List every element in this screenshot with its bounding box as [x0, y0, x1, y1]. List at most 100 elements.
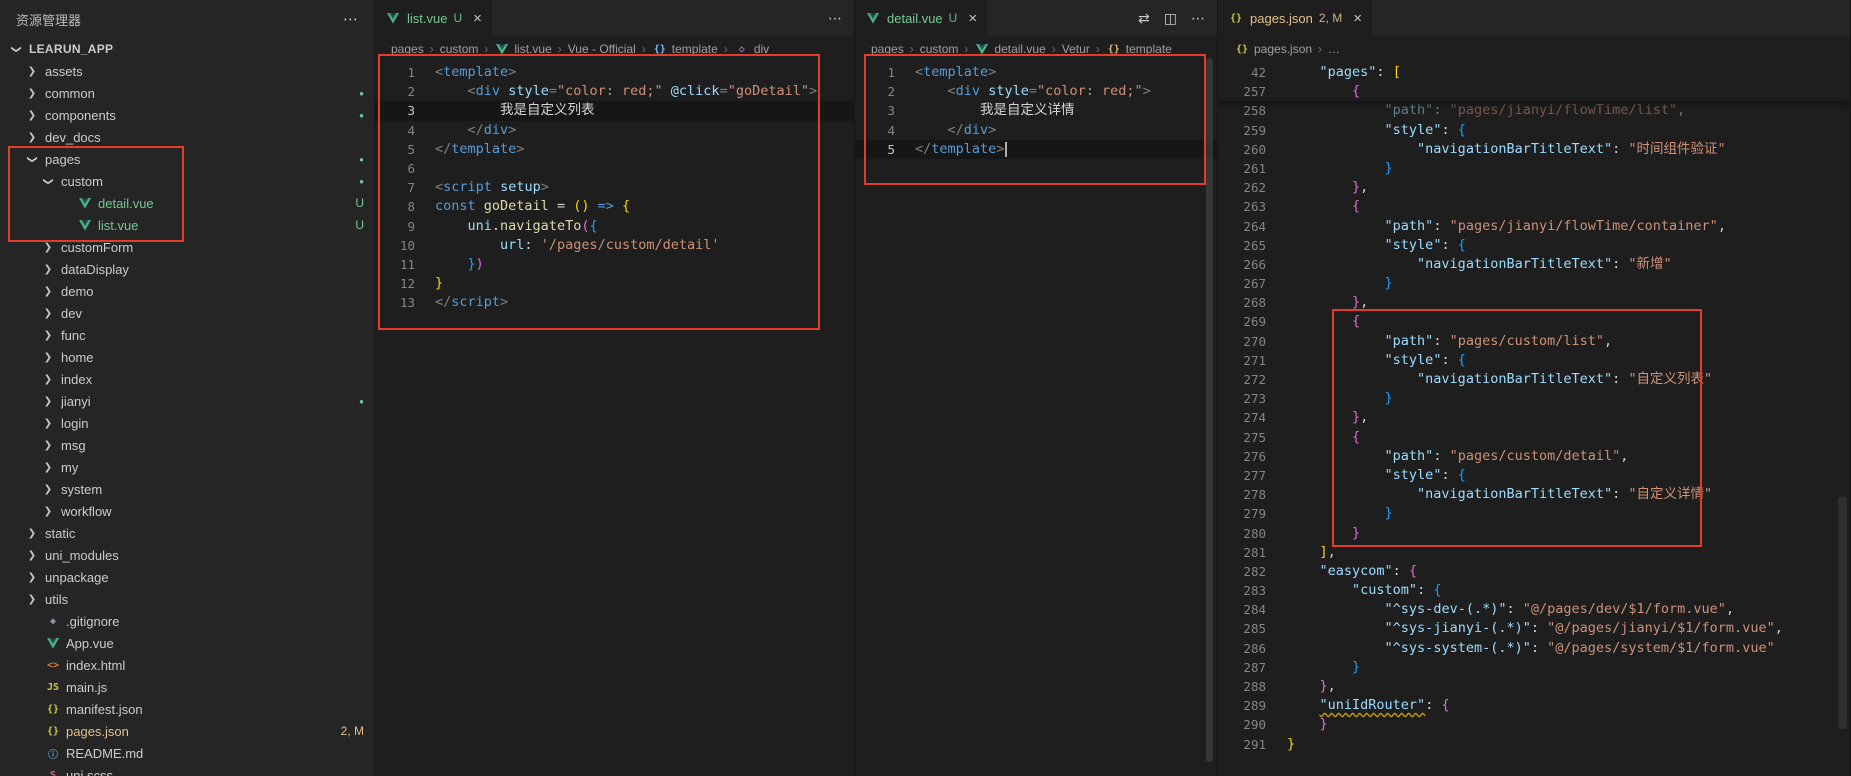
code-line[interactable]: 4 </div> [855, 121, 1217, 140]
code-line[interactable]: 282 "easycom": { [1218, 562, 1850, 581]
breadcrumb-item-pages[interactable]: pages [871, 42, 904, 56]
folder-item-unpackage[interactable]: ❯unpackage [0, 566, 374, 588]
code-line[interactable]: 268 }, [1218, 293, 1850, 312]
code-line[interactable]: 271 "style": { [1218, 351, 1850, 370]
close-icon[interactable]: × [473, 11, 482, 26]
folder-item-uni_modules[interactable]: ❯uni_modules [0, 544, 374, 566]
code-line[interactable]: 284 "^sys-dev-(.*)": "@/pages/dev/$1/for… [1218, 600, 1850, 619]
file-item-uni.scss[interactable]: Suni.scss [0, 764, 374, 776]
code-line[interactable]: 261 } [1218, 159, 1850, 178]
breadcrumb-item-custom[interactable]: custom [440, 42, 479, 56]
open-changes-icon[interactable]: ⇄ [1138, 10, 1150, 27]
code-line[interactable]: 1<template> [855, 63, 1217, 82]
code-line[interactable]: 274 }, [1218, 408, 1850, 427]
more-actions-icon[interactable]: ⋯ [828, 10, 842, 27]
breadcrumb-item-pages[interactable]: pages [391, 42, 424, 56]
code-line[interactable]: 13</script> [375, 293, 854, 312]
tab-list-vue[interactable]: list.vueU× [375, 0, 493, 36]
code-area[interactable]: 1<template>2 <div style="color: red;" @c… [375, 62, 854, 776]
file-item-app.vue[interactable]: App.vue [0, 632, 374, 654]
folder-item-utils[interactable]: ❯utils [0, 588, 374, 610]
file-item-list.vue[interactable]: list.vueU [0, 214, 374, 236]
code-line[interactable]: 283 "custom": { [1218, 581, 1850, 600]
breadcrumb-item-pages.json[interactable]: {}pages.json [1234, 42, 1312, 56]
breadcrumb-item-template[interactable]: {}template [652, 42, 718, 56]
code-line[interactable]: 266 "navigationBarTitleText": "新增" [1218, 255, 1850, 274]
folder-item-custom[interactable]: ❯custom● [0, 170, 374, 192]
folder-item-dev[interactable]: ❯dev [0, 302, 374, 324]
breadcrumb-item-template[interactable]: {}template [1106, 42, 1172, 56]
code-line[interactable]: 287 } [1218, 658, 1850, 677]
folder-item-components[interactable]: ❯components● [0, 104, 374, 126]
code-line[interactable]: 273 } [1218, 389, 1850, 408]
file-item-manifest.json[interactable]: {}manifest.json [0, 698, 374, 720]
code-line[interactable]: 291} [1218, 735, 1850, 754]
folder-item-learun_app[interactable]: ❯LEARUN_APP [0, 38, 374, 60]
file-item-pages.json[interactable]: {}pages.json2, M [0, 720, 374, 742]
breadcrumb-item-vetur[interactable]: Vetur [1062, 42, 1090, 56]
split-editor-icon[interactable]: ◫ [1164, 10, 1177, 27]
more-actions-icon[interactable]: ⋯ [343, 10, 358, 28]
close-icon[interactable]: × [1353, 11, 1362, 26]
code-area[interactable]: 42 "pages": [257 {258 "path": "pages/jia… [1218, 62, 1850, 776]
code-line[interactable]: 5</template> [375, 140, 854, 159]
code-area[interactable]: 1<template>2 <div style="color: red;">3 … [855, 62, 1217, 776]
file-item-readme.md[interactable]: ⓘREADME.md [0, 742, 374, 764]
breadcrumb-item-div[interactable]: ◇div [734, 42, 769, 56]
folder-item-home[interactable]: ❯home [0, 346, 374, 368]
breadcrumb-item-list.vue[interactable]: list.vue [494, 42, 551, 56]
folder-item-dev_docs[interactable]: ❯dev_docs [0, 126, 374, 148]
file-item-detail.vue[interactable]: detail.vueU [0, 192, 374, 214]
code-line[interactable]: 277 "style": { [1218, 466, 1850, 485]
folder-item-assets[interactable]: ❯assets [0, 60, 374, 82]
code-line[interactable]: 289 "uniIdRouter": { [1218, 696, 1850, 715]
code-line[interactable]: 288 }, [1218, 677, 1850, 696]
breadcrumb-item-custom[interactable]: custom [920, 42, 959, 56]
folder-item-demo[interactable]: ❯demo [0, 280, 374, 302]
code-line[interactable]: 275 { [1218, 428, 1850, 447]
more-actions-icon[interactable]: ⋯ [1191, 10, 1205, 27]
folder-item-my[interactable]: ❯my [0, 456, 374, 478]
code-line[interactable]: 2 <div style="color: red;" @click="goDet… [375, 82, 854, 101]
code-line[interactable]: 257 { [1218, 82, 1850, 101]
folder-item-pages[interactable]: ❯pages● [0, 148, 374, 170]
file-item-.gitignore[interactable]: ◆.gitignore [0, 610, 374, 632]
close-icon[interactable]: × [968, 11, 977, 26]
code-line[interactable]: 8const goDetail = () => { [375, 197, 854, 216]
file-item-main.js[interactable]: JSmain.js [0, 676, 374, 698]
folder-item-msg[interactable]: ❯msg [0, 434, 374, 456]
folder-item-system[interactable]: ❯system [0, 478, 374, 500]
breadcrumb-item-vue---official[interactable]: Vue - Official [568, 42, 636, 56]
code-line[interactable]: 280 } [1218, 524, 1850, 543]
code-line[interactable]: 262 }, [1218, 178, 1850, 197]
code-line[interactable]: 278 "navigationBarTitleText": "自定义详情" [1218, 485, 1850, 504]
code-line[interactable]: 1<template> [375, 63, 854, 82]
folder-item-common[interactable]: ❯common● [0, 82, 374, 104]
breadcrumb-item--[interactable]: … [1328, 42, 1340, 56]
code-line[interactable]: 265 "style": { [1218, 236, 1850, 255]
folder-item-index[interactable]: ❯index [0, 368, 374, 390]
code-line[interactable]: 286 "^sys-system-(.*)": "@/pages/system/… [1218, 639, 1850, 658]
code-line[interactable]: 2 <div style="color: red;"> [855, 82, 1217, 101]
code-line[interactable]: 290 } [1218, 715, 1850, 734]
code-line[interactable]: 258 "path": "pages/jianyi/flowTime/list"… [1218, 101, 1850, 120]
code-line[interactable]: 264 "path": "pages/jianyi/flowTime/conta… [1218, 217, 1850, 236]
code-line[interactable]: 7<script setup> [375, 178, 854, 197]
code-line[interactable]: 3 我是自定义列表 [375, 101, 854, 120]
code-line[interactable]: 270 "path": "pages/custom/list", [1218, 332, 1850, 351]
code-line[interactable]: 3 我是自定义详情 [855, 101, 1217, 120]
code-line[interactable]: 9 uni.navigateTo({ [375, 217, 854, 236]
code-line[interactable]: 267 } [1218, 274, 1850, 293]
folder-item-login[interactable]: ❯login [0, 412, 374, 434]
code-line[interactable]: 259 "style": { [1218, 121, 1850, 140]
code-line[interactable]: 279 } [1218, 504, 1850, 523]
folder-item-static[interactable]: ❯static [0, 522, 374, 544]
code-line[interactable]: 42 "pages": [ [1218, 63, 1850, 82]
code-line[interactable]: 281 ], [1218, 543, 1850, 562]
breadcrumb-item-detail.vue[interactable]: detail.vue [974, 42, 1045, 56]
code-line[interactable]: 11 }) [375, 255, 854, 274]
folder-item-jianyi[interactable]: ❯jianyi● [0, 390, 374, 412]
code-line[interactable]: 285 "^sys-jianyi-(.*)": "@/pages/jianyi/… [1218, 619, 1850, 638]
file-item-index.html[interactable]: <>index.html [0, 654, 374, 676]
folder-item-datadisplay[interactable]: ❯dataDisplay [0, 258, 374, 280]
